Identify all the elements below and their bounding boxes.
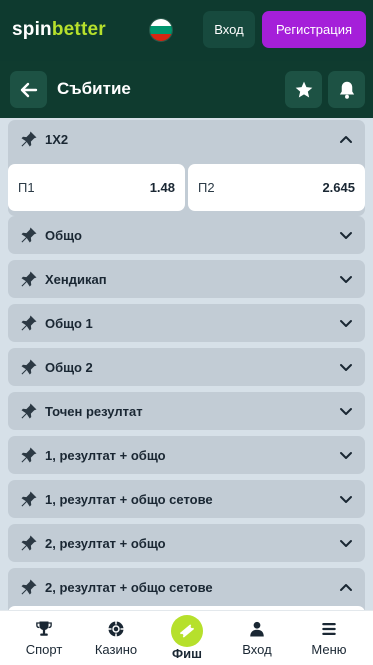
market-header[interactable]: Общо: [8, 216, 365, 254]
pin-icon[interactable]: [20, 402, 38, 420]
chevron-down-icon[interactable]: [339, 537, 353, 549]
market-title: Точен резултат: [45, 404, 143, 419]
pin-icon[interactable]: [20, 578, 38, 596]
odd-label: П1: [18, 180, 35, 195]
market-title: 2, резултат + общо сетове: [45, 580, 213, 595]
odd-button-p2[interactable]: П2 2.645: [188, 164, 365, 211]
bottom-navigation: Спорт Казино Фиш Вход Меню: [0, 610, 373, 665]
market-title: Общо 1: [45, 316, 93, 331]
logo-text-part2: better: [51, 19, 106, 40]
menu-icon: [322, 623, 336, 635]
pin-icon[interactable]: [20, 226, 38, 244]
favorite-button[interactable]: [285, 71, 322, 108]
page-header: Събитие: [0, 61, 373, 118]
market-title: 2, резултат + общо: [45, 536, 166, 551]
odd-label: П2: [198, 180, 215, 195]
nav-casino[interactable]: Казино: [81, 611, 151, 665]
trophy-icon: [36, 621, 52, 636]
market-panel-1-result-total[interactable]: 1, резултат + общо: [8, 436, 365, 474]
market-title: 1, резултат + общо сетове: [45, 492, 213, 507]
market-header[interactable]: 1X2: [8, 120, 365, 158]
pin-icon[interactable]: [20, 314, 38, 332]
market-panel-1-result-total-sets[interactable]: 1, резултат + общо сетове: [8, 480, 365, 518]
chevron-down-icon[interactable]: [339, 317, 353, 329]
market-header[interactable]: Общо 2: [8, 348, 365, 386]
market-title: 1, резултат + общо: [45, 448, 166, 463]
nav-label: Вход: [242, 642, 272, 657]
market-header[interactable]: Точен резултат: [8, 392, 365, 430]
register-button[interactable]: Регистрация: [262, 11, 366, 48]
star-icon: [295, 81, 312, 97]
pin-icon[interactable]: [20, 130, 38, 148]
chevron-up-icon[interactable]: [339, 581, 353, 593]
login-button[interactable]: Вход: [203, 11, 255, 48]
market-header[interactable]: Хендикап: [8, 260, 365, 298]
market-title: Хендикап: [45, 272, 107, 287]
chevron-down-icon[interactable]: [339, 493, 353, 505]
market-header[interactable]: 1, резултат + общо сетове: [8, 480, 365, 518]
nav-label: Меню: [311, 642, 347, 657]
odd-button-p1[interactable]: П1 1.48: [8, 164, 185, 211]
pin-icon[interactable]: [20, 446, 38, 464]
nav-label: Спорт: [25, 642, 63, 657]
back-button[interactable]: [10, 71, 47, 108]
market-panel-2-result-total[interactable]: 2, резултат + общо: [8, 524, 365, 562]
pin-icon[interactable]: [20, 270, 38, 288]
chevron-down-icon[interactable]: [339, 361, 353, 373]
markets-list[interactable]: 1X2 П1 1.48 П2 2.645 Общо Хендикап Общо …: [0, 118, 373, 610]
pin-icon[interactable]: [20, 534, 38, 552]
market-title: 1X2: [45, 132, 69, 147]
market-title: Общо: [45, 228, 82, 243]
chevron-down-icon[interactable]: [339, 449, 353, 461]
user-icon: [250, 621, 264, 637]
pin-icon[interactable]: [20, 358, 38, 376]
arrow-left-icon: [20, 82, 37, 97]
market-panel-total[interactable]: Общо: [8, 216, 365, 254]
top-bar: spinbetter Вход Регистрация: [0, 0, 373, 61]
chevron-down-icon[interactable]: [339, 273, 353, 285]
market-header[interactable]: 2, резултат + общо: [8, 524, 365, 562]
page-title: Събитие: [57, 79, 131, 98]
nav-label: Казино: [94, 642, 138, 657]
market-panel-2-result-total-sets: 2, резултат + общо сетове: [8, 568, 365, 610]
nav-menu[interactable]: Меню: [294, 611, 364, 665]
odd-value: 2.645: [322, 180, 355, 195]
chevron-down-icon[interactable]: [339, 229, 353, 241]
odd-value: 1.48: [149, 180, 175, 195]
chevron-down-icon[interactable]: [339, 405, 353, 417]
market-header[interactable]: 2, резултат + общо сетове: [8, 568, 365, 606]
market-panel-handicap[interactable]: Хендикап: [8, 260, 365, 298]
market-title: Общо 2: [45, 360, 93, 375]
chevron-up-icon[interactable]: [339, 133, 353, 145]
market-header[interactable]: Общо 1: [8, 304, 365, 342]
nav-login[interactable]: Вход: [222, 611, 292, 665]
bulgaria-flag-icon[interactable]: [149, 18, 173, 42]
market-panel-1x2: 1X2 П1 1.48 П2 2.645: [8, 120, 365, 216]
nav-sport[interactable]: Спорт: [9, 611, 79, 665]
nav-label: Фиш: [172, 646, 202, 661]
spinbetter-logo[interactable]: spinbetter: [12, 19, 106, 41]
market-panel-exact-score[interactable]: Точен резултат: [8, 392, 365, 430]
market-header[interactable]: 1, резултат + общо: [8, 436, 365, 474]
market-panel-total-1[interactable]: Общо 1: [8, 304, 365, 342]
logo-text-part1: spin: [12, 19, 52, 40]
casino-chip-icon: [108, 621, 124, 637]
pin-icon[interactable]: [20, 490, 38, 508]
notifications-button[interactable]: [328, 71, 365, 108]
nav-bet-slip[interactable]: Фиш: [152, 611, 222, 665]
bell-icon: [339, 81, 354, 99]
market-panel-total-2[interactable]: Общо 2: [8, 348, 365, 386]
